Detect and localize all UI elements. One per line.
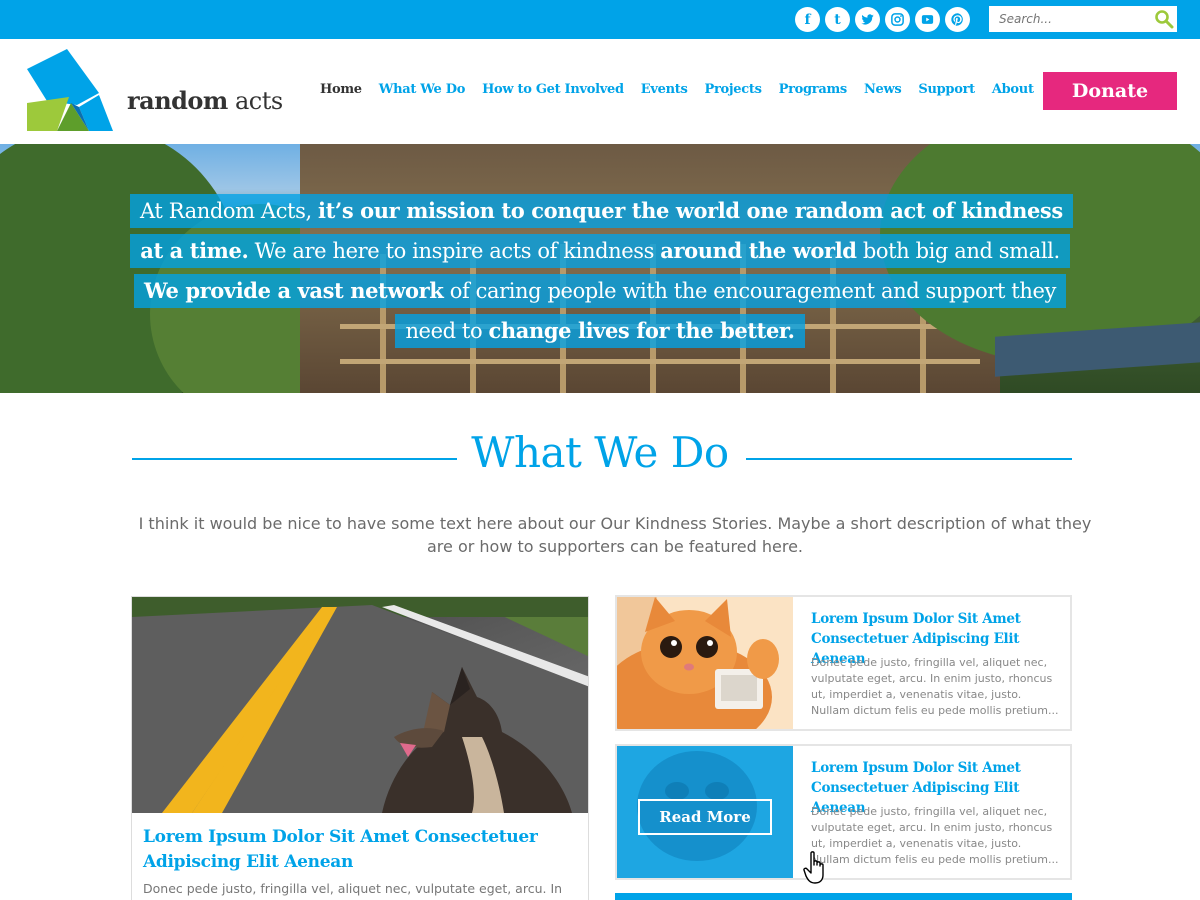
divider <box>132 458 457 460</box>
feature-story-title[interactable]: Lorem Ipsum Dolor Sit Amet Consectetuer … <box>143 825 563 875</box>
logo-mark-icon <box>27 49 113 131</box>
site-header: random acts Home What We Do How to Get I… <box>0 39 1200 144</box>
section-intro: I think it would be nice to have some te… <box>138 514 1092 556</box>
mission-line: at a time. We are here to inspire acts o… <box>130 234 1070 268</box>
nav-about[interactable]: About <box>992 82 1034 97</box>
section-title: What We Do <box>471 428 729 477</box>
tumblr-icon[interactable]: t <box>825 7 850 32</box>
story-excerpt: Donec pede justo, fringilla vel, aliquet… <box>811 805 1059 866</box>
story-image-kitten <box>617 597 793 729</box>
instagram-icon[interactable] <box>885 7 910 32</box>
story-excerpt: Donec pede justo, fringilla vel, aliquet… <box>811 656 1059 717</box>
facebook-icon[interactable]: f <box>795 7 820 32</box>
nav-what-we-do[interactable]: What We Do <box>379 82 466 97</box>
section-header: What We Do <box>0 428 1200 477</box>
nav-support[interactable]: Support <box>918 82 975 97</box>
mission-line: need to change lives for the better. <box>395 314 805 348</box>
story-image-dog-overlay: Read More <box>617 746 793 878</box>
feature-story-excerpt: Donec pede justo, fringilla vel, aliquet… <box>143 881 563 896</box>
search-box <box>989 6 1177 32</box>
next-card-edge <box>615 893 1072 900</box>
nav-events[interactable]: Events <box>641 82 688 97</box>
search-icon[interactable] <box>1151 6 1177 32</box>
main-nav: Home What We Do How to Get Involved Even… <box>320 82 1051 97</box>
hero-banner: At Random Acts, it’s our mission to conq… <box>0 144 1200 393</box>
donate-button[interactable]: Donate <box>1043 72 1177 110</box>
top-bar: f t <box>0 0 1200 39</box>
mission-line: We provide a vast network of caring peop… <box>134 274 1066 308</box>
logo[interactable]: random acts <box>27 49 283 135</box>
youtube-icon[interactable] <box>915 7 940 32</box>
logo-text: random acts <box>127 86 283 115</box>
search-input[interactable] <box>989 6 1151 32</box>
read-more-button[interactable]: Read More <box>638 799 772 835</box>
social-links: f t <box>795 7 970 32</box>
nav-projects[interactable]: Projects <box>704 82 761 97</box>
hand-cursor-icon <box>803 851 824 884</box>
nav-programs[interactable]: Programs <box>779 82 848 97</box>
mission-statement: At Random Acts, it’s our mission to conq… <box>130 194 1073 354</box>
divider <box>746 458 1072 460</box>
nav-home[interactable]: Home <box>320 82 362 97</box>
story-card[interactable]: Lorem Ipsum Dolor Sit Amet Consectetuer … <box>615 595 1072 731</box>
twitter-icon[interactable] <box>855 7 880 32</box>
pinterest-icon[interactable] <box>945 7 970 32</box>
feature-story-card[interactable]: Lorem Ipsum Dolor Sit Amet Consectetuer … <box>131 596 589 900</box>
feature-image-dog <box>132 597 588 813</box>
nav-news[interactable]: News <box>864 82 902 97</box>
mission-line: At Random Acts, it’s our mission to conq… <box>130 194 1073 228</box>
story-card[interactable]: Read More Lorem Ipsum Dolor Sit Amet Con… <box>615 744 1072 880</box>
nav-how-to-get-involved[interactable]: How to Get Involved <box>482 82 624 97</box>
